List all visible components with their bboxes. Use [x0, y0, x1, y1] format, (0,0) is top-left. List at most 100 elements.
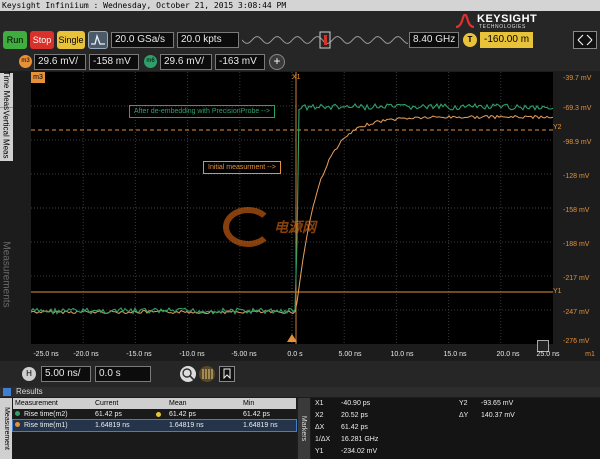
row-name: Rise time(m1): [24, 422, 68, 429]
tab-markers[interactable]: Markers: [298, 398, 310, 459]
tab-measurements[interactable]: Measurements: [0, 161, 13, 388]
y-tick-label: -247 mV: [563, 309, 590, 316]
row-current: 61.42 ps: [95, 411, 122, 418]
memory-depth-field[interactable]: 20.0 kpts: [177, 32, 239, 48]
marker-value: 16.281 GHz: [341, 436, 379, 443]
markers-panel: X1 -40.90 ps X2 20.52 ps ΔX 61.42 ps 1/Δ…: [311, 398, 600, 459]
y-tick-label: -39.7 mV: [563, 75, 592, 82]
sample-rate-field[interactable]: 20.0 GSa/s: [111, 32, 174, 48]
trigger-marker-icon: [287, 334, 297, 342]
tab-vertical-meas[interactable]: Vertical Meas: [0, 107, 13, 162]
trigger-level-field[interactable]: -160.00 m: [480, 32, 533, 48]
row-name: Rise time(m2): [24, 411, 68, 418]
annotation-initial: Initial measurment -->: [203, 161, 281, 174]
marker-value: 20.52 ps: [341, 412, 368, 419]
table-row[interactable]: Rise time(m1) 1.64819 ns 1.64819 ns 1.64…: [12, 419, 297, 432]
row-mean: 61.42 ps: [169, 411, 196, 418]
marker-value: -93.65 mV: [481, 400, 514, 407]
marker-label: 1/ΔX: [315, 436, 331, 443]
indicator-dot-icon: [156, 412, 161, 417]
touch-button[interactable]: [573, 31, 597, 49]
results-title: Results: [16, 387, 43, 396]
table-header: Measurement Current Mean Min: [13, 398, 296, 409]
col-measurement[interactable]: Measurement: [13, 398, 93, 409]
row-min: 61.42 ps: [243, 411, 270, 418]
y-tick-label: -69.3 mV: [563, 105, 592, 112]
single-button[interactable]: Single: [57, 31, 85, 49]
y-tick-label: -128 mV: [563, 173, 590, 180]
bookmark-icon[interactable]: [219, 366, 235, 382]
y2-marker-label[interactable]: Y2: [553, 124, 562, 131]
keysight-wave-icon: [455, 14, 475, 28]
measurement-table: Measurement Current Mean Min Rise time(m…: [12, 398, 297, 459]
tab-measurement-results[interactable]: Measurement: [0, 398, 12, 459]
plus-icon: +: [273, 54, 281, 68]
horizontal-badge[interactable]: H: [22, 367, 36, 381]
m3-scale-field[interactable]: 29.6 mV/: [34, 54, 86, 70]
x-tick-label: 10.0 ns: [390, 351, 414, 358]
horizontal-scale-field[interactable]: 5.00 ns/: [41, 366, 91, 382]
x-tick-label: 0.0 s: [287, 351, 303, 358]
m6-scale-field[interactable]: 29.6 mV/: [160, 54, 212, 70]
timebase-overview[interactable]: [242, 31, 408, 49]
marker-label: X2: [315, 412, 324, 419]
col-min[interactable]: Min: [241, 398, 296, 409]
row-min: 1.64819 ns: [243, 422, 278, 429]
annotation-deembedded: After de-embedding with PrecisionProbe -…: [129, 105, 275, 118]
window-title-bar: Keysight Infiniium : Wednesday, October …: [0, 0, 600, 11]
marker-label: ΔX: [315, 424, 325, 431]
y-tick-label: -158 mV: [563, 207, 590, 214]
waveform-display[interactable]: m3 X1 After de-embedding with PrecisionP…: [30, 72, 554, 352]
table-row[interactable]: Rise time(m2) 61.42 ps 61.42 ps 61.42 ps: [13, 409, 296, 420]
x-tick-label: -5.00 ns: [231, 351, 257, 358]
y-tick-label: -217 mV: [563, 275, 590, 282]
x-tick-label: -20.0 ns: [73, 351, 99, 358]
status-dot-icon: [15, 411, 20, 416]
stop-button[interactable]: Stop: [30, 31, 54, 49]
waveform-grid: [30, 72, 554, 344]
channel-tag[interactable]: m3: [31, 72, 45, 83]
tab-time-meas[interactable]: Time Meas: [0, 70, 13, 110]
y1-marker-label[interactable]: Y1: [553, 288, 562, 295]
bandwidth-field[interactable]: 8.40 GHz: [409, 32, 459, 48]
m6-offset-field[interactable]: -163 mV: [215, 54, 265, 70]
search-icon[interactable]: [199, 366, 215, 382]
col-mean[interactable]: Mean: [167, 398, 241, 409]
marker-value: 61.42 ps: [341, 424, 368, 431]
autoscale-button[interactable]: [88, 31, 108, 49]
watermark-text: 电源网: [274, 219, 316, 235]
results-icon: [3, 388, 11, 396]
watermark-logo: [223, 207, 273, 247]
add-waveform-button[interactable]: +: [269, 54, 285, 70]
window-title: Keysight Infiniium : Wednesday, October …: [2, 1, 287, 10]
x-tick-label: 5.00 ns: [338, 351, 362, 358]
marker-label: X1: [315, 400, 324, 407]
col-current[interactable]: Current: [93, 398, 167, 409]
brand-subtitle: TECHNOLOGIES: [479, 24, 526, 30]
horizontal-position-field[interactable]: 0.0 s: [95, 366, 151, 382]
autoscale-icon: [91, 33, 105, 45]
results-bar: Results: [0, 387, 600, 397]
x1-marker-label[interactable]: X1: [292, 74, 301, 81]
x-tick-label: 25.0 ns: [536, 351, 560, 358]
trigger-badge[interactable]: T: [463, 33, 477, 47]
status-dot-icon: [15, 422, 20, 427]
run-button[interactable]: Run: [3, 31, 27, 49]
y-tick-label: -188 mV: [563, 241, 590, 248]
initial-measurement-trace: [30, 114, 554, 315]
marker-value: -40.90 ps: [341, 400, 371, 407]
x-tick-label: 20.0 ns: [496, 351, 520, 358]
left-sidebar: Time Meas Vertical Meas Measurements: [0, 70, 13, 388]
x-tick-label: -25.0 ns: [33, 351, 59, 358]
marker-label: Y2: [459, 400, 468, 407]
x-axis-channel: m1: [585, 351, 595, 358]
marker-label: Y1: [315, 448, 324, 455]
m3-badge[interactable]: m3: [19, 55, 32, 68]
y-tick-label: -98.9 mV: [563, 139, 592, 146]
zoom-icon[interactable]: [180, 366, 196, 382]
x-tick-label: -10.0 ns: [179, 351, 205, 358]
keysight-logo: KEYSIGHT TECHNOLOGIES: [455, 13, 565, 33]
m3-offset-field[interactable]: -158 mV: [89, 54, 139, 70]
x-tick-label: 15.0 ns: [443, 351, 467, 358]
m6-badge[interactable]: m6: [144, 55, 157, 68]
